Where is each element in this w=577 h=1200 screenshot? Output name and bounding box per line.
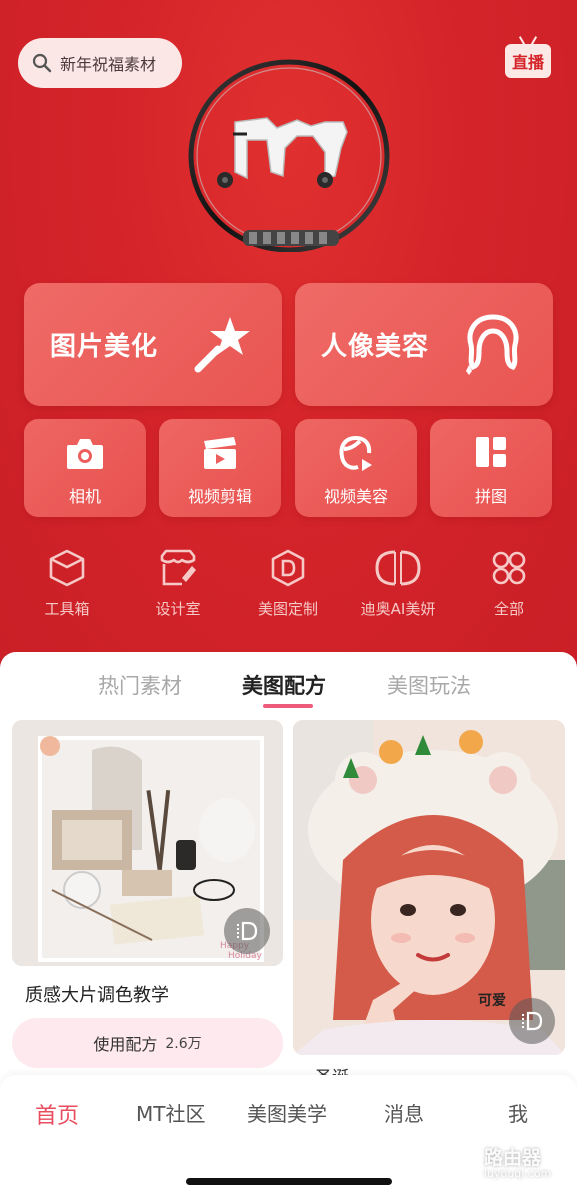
photo-edit-card[interactable]: 图片美化	[24, 283, 282, 406]
nav-me[interactable]: 我	[508, 1098, 528, 1127]
use-recipe-button[interactable]: 使用配方 2.6万	[12, 1018, 283, 1068]
collage-grid-icon	[476, 437, 506, 467]
tab-gameplay[interactable]: 美图玩法	[387, 670, 471, 700]
feed-card-1-title[interactable]: 质感大片调色教学	[25, 981, 169, 1007]
active-tab-indicator	[263, 704, 313, 708]
nav-community[interactable]: MT社区	[136, 1098, 205, 1127]
portrait-beauty-label: 人像美容	[321, 332, 430, 362]
tool-all-label: 全部	[493, 600, 524, 618]
use-count: 2.6万	[165, 1036, 202, 1052]
camera-card[interactable]: 相机	[24, 419, 146, 517]
tab-recipes[interactable]: 美图配方	[242, 670, 326, 700]
tool-custom[interactable]: 美图定制	[238, 548, 338, 619]
home-indicator[interactable]	[186, 1178, 392, 1185]
overlay-text: 可爱	[478, 993, 506, 1009]
nav-aesthetics[interactable]: 美图美学	[247, 1098, 327, 1127]
recipe-badge[interactable]	[224, 908, 270, 954]
recipe-d-icon	[237, 921, 258, 941]
video-face-icon	[339, 436, 372, 471]
meitu-logo	[188, 59, 390, 252]
store-pen-icon	[160, 549, 196, 586]
custom-d-icon	[271, 549, 305, 587]
watermark-sub: luyouqi.com	[484, 1167, 552, 1180]
tool-design-studio[interactable]: 设计室	[128, 548, 228, 619]
router-logo-icon	[436, 1143, 478, 1185]
use-recipe-label: 使用配方	[93, 1035, 158, 1054]
portrait-beauty-card[interactable]: 人像美容	[295, 283, 553, 406]
camera-label: 相机	[68, 487, 101, 506]
cube-icon	[49, 549, 85, 587]
tool-toolbox[interactable]: 工具箱	[17, 548, 117, 619]
collage-card[interactable]: 拼图	[430, 419, 552, 517]
search-icon	[32, 53, 52, 73]
nav-home[interactable]: 首页	[35, 1098, 79, 1130]
search-placeholder: 新年祝福素材	[60, 55, 157, 74]
dior-cd-icon	[375, 550, 421, 586]
recipe-badge-2[interactable]	[509, 998, 555, 1044]
watermark: 路由器 luyouqi.com	[436, 1138, 566, 1190]
feed-card-2-image[interactable]: 可爱	[293, 720, 565, 1055]
magic-wand-star-icon	[194, 317, 250, 373]
video-beauty-card[interactable]: 视频美容	[295, 419, 417, 517]
tool-all[interactable]: 全部	[459, 548, 559, 619]
tool-design-studio-label: 设计室	[155, 600, 201, 618]
recipe-d-icon	[522, 1011, 543, 1031]
tool-dior-ai-label: 迪奥AI美妍	[360, 600, 436, 618]
photo-edit-label: 图片美化	[50, 332, 159, 362]
tab-hot-materials[interactable]: 热门素材	[98, 670, 182, 700]
tool-dior-ai[interactable]: 迪奥AI美妍	[348, 548, 448, 619]
video-edit-label: 视频剪辑	[187, 487, 252, 506]
clapperboard-icon	[204, 437, 236, 469]
portrait-hair-icon	[466, 314, 519, 375]
camera-icon	[67, 439, 103, 469]
four-petal-grid-icon	[492, 551, 526, 585]
video-edit-card[interactable]: 视频剪辑	[159, 419, 281, 517]
nav-messages[interactable]: 消息	[384, 1098, 424, 1127]
collage-label: 拼图	[474, 487, 507, 506]
search-bar[interactable]: 新年祝福素材	[18, 38, 182, 88]
tool-toolbox-label: 工具箱	[44, 600, 90, 618]
feed-card-1-image[interactable]: Happy Holiday	[12, 720, 283, 966]
live-button[interactable]: 直播	[505, 44, 551, 78]
watermark-text: 路由器	[484, 1147, 542, 1169]
tool-custom-label: 美图定制	[257, 600, 318, 618]
video-beauty-label: 视频美容	[323, 487, 388, 506]
